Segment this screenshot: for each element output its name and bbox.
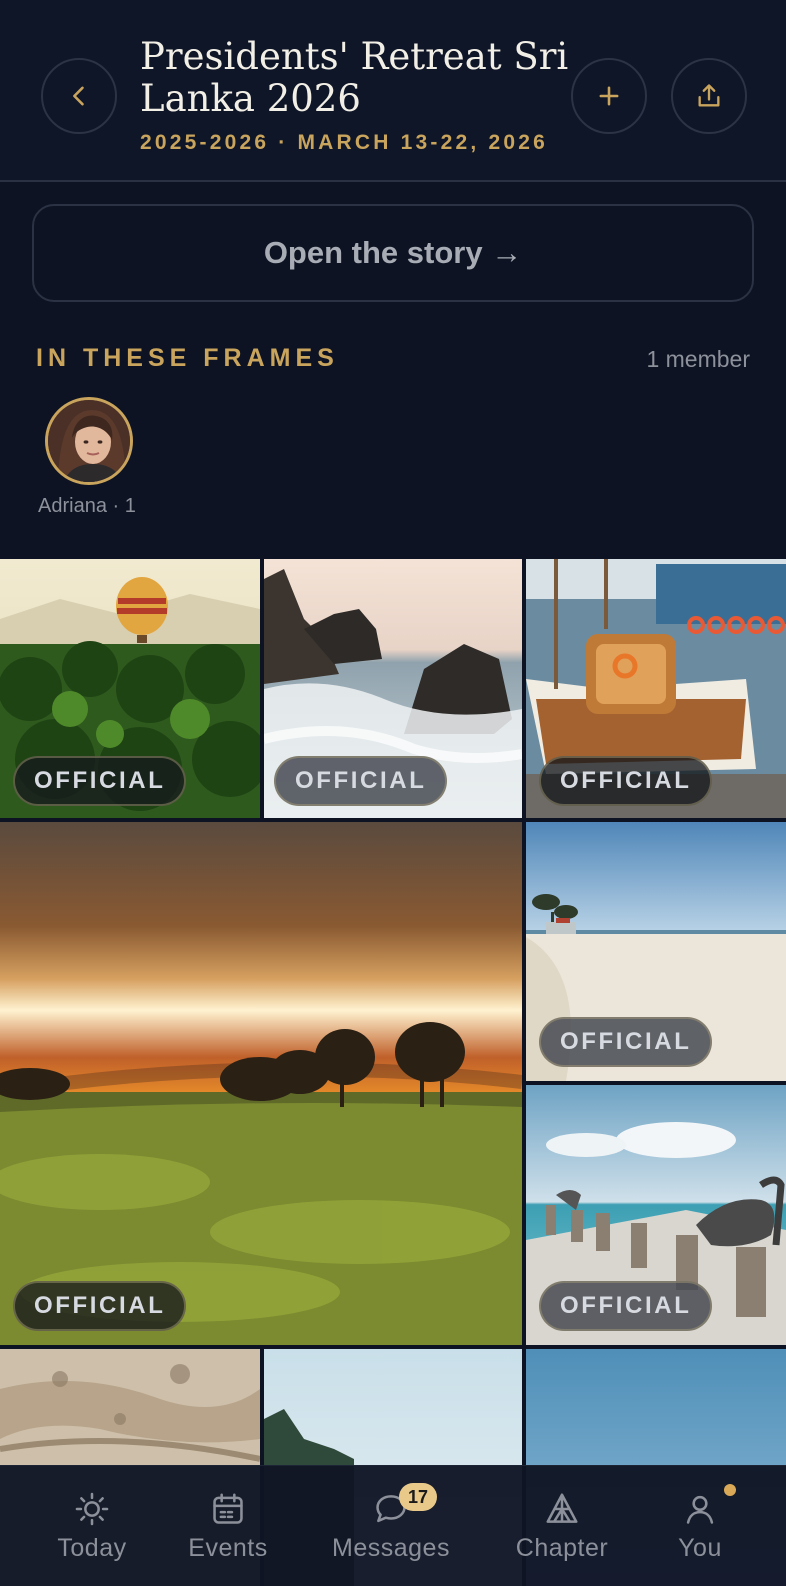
event-dates: 2025-2026 · MARCH 13-22, 2026	[140, 131, 548, 154]
member-label: Adriana · 1	[38, 495, 136, 517]
add-photo-button[interactable]	[571, 58, 647, 134]
calendar-icon	[213, 1493, 243, 1524]
photo-tile[interactable]: OFFICIAL	[0, 822, 522, 1345]
unread-count-badge: 17	[399, 1483, 437, 1511]
header: Presidents' Retreat Sri Lanka 2026 2025-…	[0, 0, 786, 182]
share-button[interactable]	[671, 58, 747, 134]
photo-tile[interactable]: OFFICIAL	[526, 1085, 786, 1345]
official-badge: OFFICIAL	[539, 1281, 713, 1331]
photo-tile[interactable]: OFFICIAL	[526, 822, 786, 1081]
nav-label: Chapter	[515, 1534, 609, 1562]
section-title-frames: IN THESE FRAMES	[36, 344, 339, 372]
nav-label: Messages	[332, 1534, 450, 1562]
avatar[interactable]	[45, 397, 133, 485]
nav-item-you[interactable]: You	[660, 1466, 740, 1586]
nav-item-chapter[interactable]: Chapter	[502, 1466, 622, 1586]
official-badge: OFFICIAL	[274, 756, 448, 806]
person-icon	[686, 1495, 714, 1524]
page-title: Presidents' Retreat Sri Lanka 2026	[140, 35, 569, 120]
bottom-nav: Today Events Messages 17 Chapter You	[0, 1465, 786, 1586]
chevron-left-icon	[73, 86, 84, 106]
member-count: 1 member	[646, 346, 750, 372]
pyramid-icon	[546, 1493, 578, 1523]
notification-dot	[724, 1484, 736, 1496]
official-badge: OFFICIAL	[539, 756, 713, 806]
photo-tile[interactable]: OFFICIAL	[526, 559, 786, 818]
nav-label: Events	[188, 1534, 268, 1562]
plus-icon	[599, 86, 619, 106]
avatar-photo	[48, 400, 130, 482]
nav-item-today[interactable]: Today	[42, 1466, 142, 1586]
nav-item-messages[interactable]: Messages 17	[321, 1466, 461, 1586]
nav-label: You	[678, 1534, 722, 1562]
nav-label: Today	[57, 1534, 127, 1562]
back-button[interactable]	[41, 58, 117, 134]
photo-tile[interactable]: OFFICIAL	[264, 559, 522, 818]
photo-tile[interactable]: OFFICIAL	[0, 559, 260, 818]
official-badge: OFFICIAL	[539, 1017, 713, 1067]
open-story-button[interactable]: Open the story →	[32, 204, 754, 302]
share-icon	[698, 84, 720, 107]
official-badge: OFFICIAL	[13, 756, 187, 806]
sun-icon	[75, 1492, 109, 1526]
photo-savanna-sunset	[0, 822, 522, 1345]
official-badge: OFFICIAL	[13, 1281, 187, 1331]
nav-item-events[interactable]: Events	[178, 1466, 278, 1586]
